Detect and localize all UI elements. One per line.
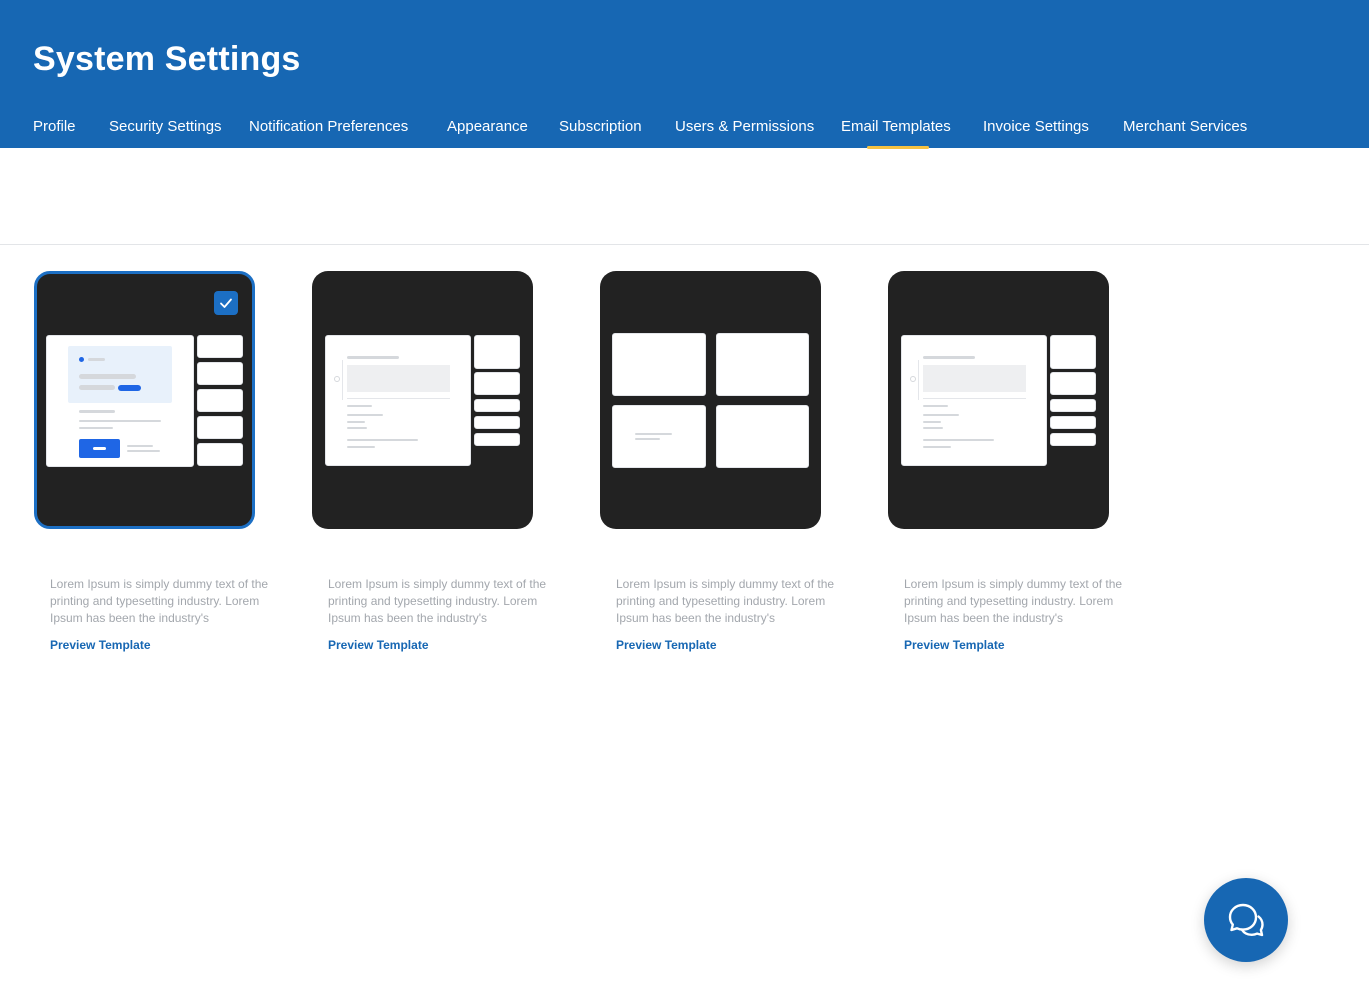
preview-banner xyxy=(68,346,172,403)
tab-users-permissions[interactable]: Users & Permissions xyxy=(675,118,814,135)
preview-divider xyxy=(923,398,1026,399)
tab-merchant-services[interactable]: Merchant Services xyxy=(1123,118,1247,135)
template-description: Lorem Ipsum is simply dummy text of the … xyxy=(50,577,269,625)
section-divider xyxy=(0,244,1369,245)
preview-line xyxy=(923,427,943,429)
preview-line xyxy=(923,414,959,416)
template-preview-main xyxy=(46,335,194,467)
preview-divider xyxy=(347,398,450,399)
preview-line xyxy=(635,438,660,440)
page-title: System Settings xyxy=(33,40,301,78)
preview-line xyxy=(923,405,948,407)
preview-line xyxy=(635,433,672,435)
template-description: Lorem Ipsum is simply dummy text of the … xyxy=(616,577,835,625)
chat-button[interactable] xyxy=(1204,878,1288,962)
preview-line xyxy=(79,374,136,379)
preview-template-link[interactable]: Preview Template xyxy=(50,638,151,652)
check-icon[interactable] xyxy=(214,291,238,315)
preview-side-block xyxy=(1050,433,1096,446)
preview-side-block xyxy=(197,335,243,358)
preview-template-link[interactable]: Preview Template xyxy=(904,638,1005,652)
preview-line xyxy=(923,446,951,448)
template-card-4[interactable] xyxy=(888,271,1109,529)
preview-dot xyxy=(910,376,916,382)
preview-panel xyxy=(716,405,809,468)
template-description: Lorem Ipsum is simply dummy text of the … xyxy=(328,577,547,625)
preview-dot xyxy=(334,376,340,382)
preview-line xyxy=(923,439,994,441)
preview-image xyxy=(347,365,450,392)
template-preview-main xyxy=(901,335,1047,466)
preview-line xyxy=(93,447,106,450)
tab-invoice-settings[interactable]: Invoice Settings xyxy=(983,118,1089,135)
chat-bubbles-icon xyxy=(1225,899,1267,941)
preview-line xyxy=(347,421,365,423)
active-tab-indicator xyxy=(867,146,929,149)
tab-email-templates[interactable]: Email Templates xyxy=(841,118,951,135)
preview-divider xyxy=(918,360,919,400)
preview-divider xyxy=(342,360,343,400)
preview-side-block xyxy=(474,416,520,429)
preview-panel xyxy=(612,405,706,468)
tab-subscription[interactable]: Subscription xyxy=(559,118,642,135)
preview-line xyxy=(127,445,153,447)
template-preview-main xyxy=(325,335,471,466)
tab-security-settings[interactable]: Security Settings xyxy=(109,118,222,135)
tab-appearance[interactable]: Appearance xyxy=(447,118,528,135)
preview-line xyxy=(79,420,161,422)
preview-template-link[interactable]: Preview Template xyxy=(328,638,429,652)
tab-profile[interactable]: Profile xyxy=(33,118,76,135)
preview-side-block xyxy=(1050,372,1096,395)
template-card-1[interactable] xyxy=(34,271,255,529)
preview-line xyxy=(347,446,375,448)
tab-notification-preferences[interactable]: Notification Preferences xyxy=(249,118,408,135)
preview-line xyxy=(79,385,115,390)
preview-line xyxy=(347,439,418,441)
preview-template-link[interactable]: Preview Template xyxy=(616,638,717,652)
template-card-3[interactable] xyxy=(600,271,821,529)
preview-dot xyxy=(79,357,84,362)
preview-line xyxy=(347,405,372,407)
preview-side-block xyxy=(197,362,243,385)
preview-line xyxy=(923,421,941,423)
preview-pill xyxy=(118,385,141,391)
preview-button xyxy=(79,439,120,458)
preview-side-block xyxy=(1050,335,1096,369)
preview-side-block xyxy=(197,416,243,439)
settings-tabs: Profile Security Settings Notification P… xyxy=(0,118,1369,149)
preview-image xyxy=(923,365,1026,392)
preview-side-block xyxy=(197,443,243,466)
preview-panel xyxy=(612,333,706,396)
preview-line xyxy=(347,414,383,416)
preview-side-block xyxy=(197,389,243,412)
preview-panel xyxy=(716,333,809,396)
preview-side-block xyxy=(474,433,520,446)
preview-line xyxy=(79,427,113,429)
preview-side-block xyxy=(1050,399,1096,412)
preview-line xyxy=(127,450,160,452)
preview-line xyxy=(347,427,367,429)
preview-side-block xyxy=(474,335,520,369)
preview-line xyxy=(923,356,975,359)
preview-line xyxy=(88,358,105,361)
preview-side-block xyxy=(1050,416,1096,429)
preview-line xyxy=(347,356,399,359)
template-card-2[interactable] xyxy=(312,271,533,529)
preview-line xyxy=(79,410,115,413)
preview-side-block xyxy=(474,399,520,412)
preview-side-block xyxy=(474,372,520,395)
template-description: Lorem Ipsum is simply dummy text of the … xyxy=(904,577,1123,625)
header: System Settings Profile Security Setting… xyxy=(0,0,1369,149)
